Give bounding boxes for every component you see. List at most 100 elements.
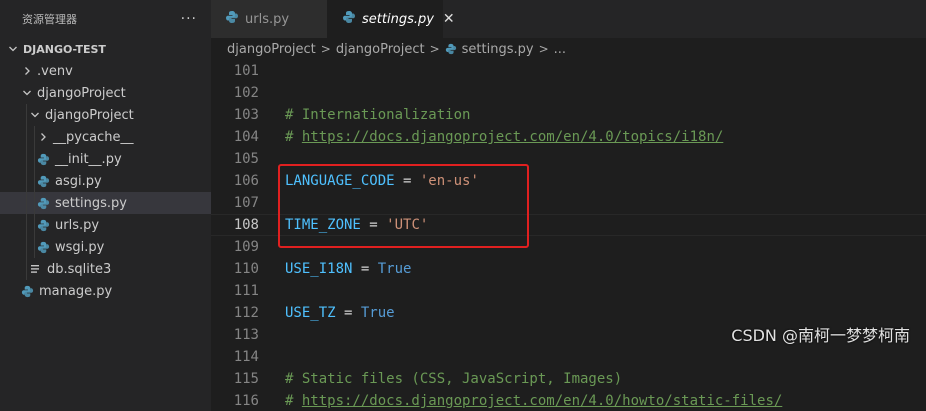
indent-guide [34, 192, 35, 214]
indent-guide [26, 104, 27, 126]
code-line[interactable]: 112 USE_TZ = True [211, 302, 926, 324]
more-actions-icon[interactable]: ··· [181, 11, 197, 27]
indent-guide [26, 126, 27, 148]
indent-guide [26, 148, 27, 170]
breadcrumb-item[interactable]: settings.py [462, 42, 534, 57]
tree-file[interactable]: wsgi.py [0, 236, 211, 258]
close-icon[interactable]: ✕ [443, 11, 455, 27]
code-token: # Static files (CSS, JavaScript, Images) [285, 371, 623, 387]
python-file-icon [36, 241, 50, 254]
code-token: 'UTC' [386, 217, 429, 233]
code-line[interactable]: 106 LANGUAGE_CODE = 'en-us' [211, 170, 926, 192]
line-number: 110 [233, 261, 259, 277]
code-token: TIME_ZONE [285, 217, 361, 233]
line-number: 106 [233, 173, 259, 189]
code-line[interactable]: 114 [211, 346, 926, 368]
breadcrumb-separator: > [538, 42, 549, 56]
code-line[interactable]: 111 [211, 280, 926, 302]
code-line[interactable]: 109 [211, 236, 926, 258]
code-line[interactable]: 103 # Internationalization [211, 104, 926, 126]
tab-settings-py[interactable]: settings.py ✕ [328, 0, 455, 38]
breadcrumb: djangoProject > djangoProject > settings… [211, 38, 926, 60]
indent-guide [34, 126, 35, 148]
tree-item-label: manage.py [39, 283, 113, 299]
code-token: # [285, 129, 302, 145]
line-number: 114 [233, 349, 259, 365]
tree-file[interactable]: urls.py [0, 214, 211, 236]
line-number: 108 [233, 217, 259, 233]
breadcrumb-separator: > [429, 42, 440, 56]
tree-item-label: __pycache__ [53, 129, 134, 145]
tree-folder[interactable]: djangoProject [0, 82, 211, 104]
tree-item-label: asgi.py [55, 173, 102, 189]
code-text: TIME_ZONE = 'UTC' [271, 217, 428, 233]
tree-item-label: wsgi.py [55, 239, 105, 255]
tree-item-label: djangoProject [45, 107, 134, 123]
tree-item-label: settings.py [55, 195, 127, 211]
project-section-header[interactable]: DJANGO-TEST [0, 38, 211, 60]
indent-guide [34, 170, 35, 192]
editor-tab-bar: urls.py settings.py ✕ [211, 0, 926, 38]
code-line[interactable]: 115 # Static files (CSS, JavaScript, Imag… [211, 368, 926, 390]
python-file-icon [445, 43, 457, 55]
tree-folder[interactable]: .venv [0, 60, 211, 82]
code-text: USE_TZ = True [271, 305, 395, 321]
tree-item-label: __init__.py [55, 151, 122, 167]
tree-folder[interactable]: djangoProject [0, 104, 211, 126]
chevron-right-icon [20, 66, 34, 76]
code-line[interactable]: 107 [211, 192, 926, 214]
tree-folder[interactable]: __pycache__ [0, 126, 211, 148]
code-token: = [360, 217, 387, 233]
tree-file[interactable]: __init__.py [0, 148, 211, 170]
code-line[interactable]: 105 [211, 148, 926, 170]
indent-guide [34, 214, 35, 236]
line-number: 111 [233, 283, 259, 299]
code-line[interactable]: 104 # https://docs.djangoproject.com/en/4… [211, 126, 926, 148]
tree-item-label: urls.py [55, 217, 100, 233]
code-line[interactable]: 102 [211, 82, 926, 104]
python-file-icon [36, 175, 50, 188]
line-number: 101 [233, 63, 259, 79]
watermark: CSDN @南柯一梦梦柯南 [731, 326, 910, 345]
tree-item-label: djangoProject [37, 85, 126, 101]
code-line[interactable]: 110 USE_I18N = True [211, 258, 926, 280]
breadcrumb-item[interactable]: ... [554, 42, 566, 57]
tab-urls-py[interactable]: urls.py [211, 0, 328, 38]
python-file-icon [36, 219, 50, 232]
code-line[interactable]: 101 [211, 60, 926, 82]
code-lines: 101 102 103 # Internationalization 104 # http… [211, 60, 926, 411]
line-number: 107 [233, 195, 259, 211]
python-file-icon [225, 10, 239, 28]
code-text: USE_I18N = True [271, 261, 411, 277]
code-line[interactable]: 108 TIME_ZONE = 'UTC' [211, 214, 926, 236]
tab-label: settings.py [362, 11, 434, 27]
chevron-down-icon [20, 88, 34, 98]
python-file-icon [36, 153, 50, 166]
explorer-sidebar: 资源管理器 ··· DJANGO-TEST .venv djangoProject… [0, 0, 211, 411]
line-number: 113 [233, 327, 259, 343]
code-token: = [352, 261, 378, 277]
code-token: 'en-us' [419, 173, 479, 189]
code-token: USE_TZ [285, 305, 336, 321]
line-number: 105 [233, 151, 259, 167]
indent-guide [26, 214, 27, 236]
explorer-title: 资源管理器 [22, 13, 77, 26]
breadcrumb-item[interactable]: djangoProject [227, 42, 316, 57]
code-token: = [335, 305, 361, 321]
code-token: # [285, 393, 302, 409]
code-editor[interactable]: 101 102 103 # Internationalization 104 # http… [211, 60, 926, 411]
chevron-down-icon [6, 44, 20, 54]
tree-file[interactable]: db.sqlite3 [0, 258, 211, 280]
tree-file[interactable]: settings.py [0, 192, 211, 214]
tree-file[interactable]: manage.py [0, 280, 211, 302]
line-number: 116 [233, 393, 259, 409]
line-number: 109 [233, 239, 259, 255]
file-tree: .venv djangoProject djangoProject __pycache… [0, 60, 211, 302]
code-line[interactable]: 116 # https://docs.djangoproject.com/en/4… [211, 390, 926, 411]
tab-label: urls.py [245, 11, 290, 27]
tree-file[interactable]: asgi.py [0, 170, 211, 192]
indent-guide [26, 192, 27, 214]
breadcrumb-item[interactable]: djangoProject [336, 42, 425, 57]
code-token: = [394, 173, 420, 189]
line-number: 103 [233, 107, 259, 123]
